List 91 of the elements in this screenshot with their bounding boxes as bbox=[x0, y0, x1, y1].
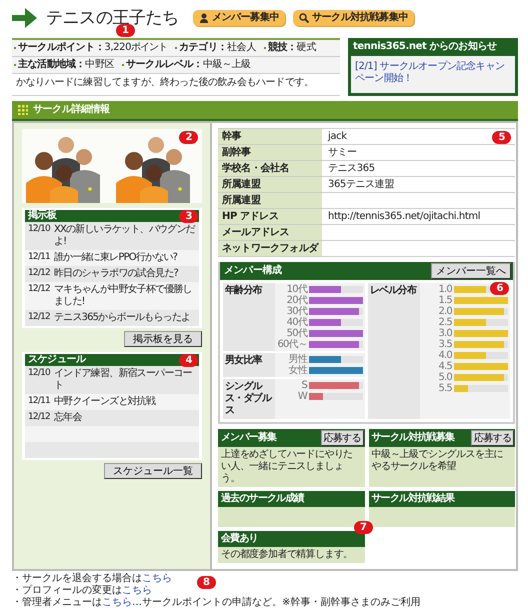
notice-title: tennis365.net からのお知らせ bbox=[351, 41, 515, 56]
bar-label: W bbox=[296, 391, 307, 402]
bar-label: 男性 bbox=[288, 354, 307, 365]
date-text: 12/12 bbox=[28, 312, 50, 324]
field-value: テニス365 bbox=[328, 163, 375, 174]
number-callout: 1 bbox=[116, 24, 135, 37]
field-label: 学校名・会社名 bbox=[218, 161, 322, 176]
bar-label: 60代～ bbox=[277, 339, 307, 350]
box-text: 中級～上級でシングルスを主にやるサークルを希望 bbox=[370, 448, 504, 474]
info-text: 競技：硬式 bbox=[268, 42, 316, 54]
group-label: 男女比率 bbox=[223, 353, 275, 377]
box-title: メンバー募集 bbox=[221, 432, 276, 444]
number-callout: 7 bbox=[354, 521, 372, 534]
field-value: サミー bbox=[328, 147, 357, 158]
info-text: サークルポイント：3,220ポイント bbox=[18, 42, 168, 54]
bar-label: S bbox=[300, 380, 307, 391]
group-label: シングルス・ダブルス bbox=[223, 379, 275, 419]
field-label: ネットワークフォルダ bbox=[218, 241, 322, 256]
footer-text: ・管理者メニューはこちら…サークルポイントの申請など。※幹事・副幹事さまのみご利用 bbox=[12, 597, 422, 609]
field-value: 365テニス連盟 bbox=[328, 179, 394, 190]
date-text: 12/10 bbox=[28, 224, 50, 236]
field-label: メールアドレス bbox=[218, 225, 322, 240]
field-label: HP アドレス bbox=[218, 209, 322, 224]
field-label: 副幹事 bbox=[218, 145, 322, 160]
list-item[interactable]: 誰か一緒に東レPPO行かない? bbox=[54, 252, 178, 264]
date-text: 12/10 bbox=[28, 368, 50, 380]
box-text: 上達をめざしてハードにやりたい人、一緒にテニスしましょう。 bbox=[220, 448, 354, 486]
box-title: 過去のサークル成績 bbox=[221, 493, 304, 505]
bar-label: 5.0 bbox=[437, 372, 452, 383]
field-value: http://tennis365.net/ojitachi.html bbox=[328, 211, 480, 222]
date-text: 12/12 bbox=[28, 268, 50, 280]
box-text: その都度参加者で精算します。 bbox=[220, 548, 354, 562]
view-board-button[interactable]: 掲示板を見る bbox=[124, 331, 202, 347]
field-label: 幹事 bbox=[218, 129, 322, 144]
apply-button[interactable]: 応募する bbox=[471, 430, 514, 446]
list-item[interactable]: 昨日のシャラポワの試合見た? bbox=[54, 268, 178, 280]
panel-title: メンバー構成 bbox=[224, 265, 282, 277]
bar-label: 3.0 bbox=[437, 328, 452, 339]
info-text: 主な活動地域：中野区 bbox=[18, 59, 114, 71]
arrow-icon bbox=[12, 6, 38, 30]
info-text: カテゴリ：社会人 bbox=[179, 42, 256, 54]
section-title: サークル詳細情報 bbox=[33, 104, 110, 116]
bar-label: 5.5 bbox=[437, 383, 452, 394]
list-item[interactable]: XXの新しいラケット、バウグンだよ! bbox=[54, 224, 196, 248]
field-value: jack bbox=[328, 131, 347, 142]
schedule-list-button[interactable]: スケジュール一覧 bbox=[104, 463, 202, 479]
status-badge: サークル対抗戦募集中 bbox=[293, 10, 414, 26]
group-label: 年齢分布 bbox=[223, 283, 275, 351]
description-text: かなりハードに練習してますが、終わった後の飲み会もハードです。 bbox=[15, 76, 315, 90]
list-item[interactable]: インドア練習、新宿スーパーコート bbox=[54, 368, 196, 392]
here-link[interactable]: こちら bbox=[122, 585, 152, 596]
bar-label: 50代 bbox=[286, 328, 307, 339]
person-icon bbox=[198, 13, 209, 23]
bar-label: 4.5 bbox=[437, 361, 452, 372]
number-callout: 8 bbox=[197, 576, 216, 589]
number-callout: 5 bbox=[492, 131, 511, 144]
list-item[interactable]: テニス365からボールもらったよ bbox=[54, 312, 190, 324]
member-list-button[interactable]: メンバー一覧へ bbox=[431, 263, 511, 279]
date-text: 12/12 bbox=[28, 412, 50, 424]
box-title: 会費あり bbox=[221, 533, 258, 545]
status-badge: メンバー募集中 bbox=[192, 10, 286, 26]
list-item[interactable]: マキちゃんが中野女子杯で優勝しました! bbox=[54, 284, 196, 308]
search-icon bbox=[299, 13, 310, 23]
bar-label: 3.5 bbox=[437, 339, 452, 350]
bar-label: 2.5 bbox=[437, 317, 452, 328]
bar-label: 40代 bbox=[286, 317, 307, 328]
date-text: 12/12 bbox=[28, 284, 50, 296]
list-item[interactable]: 中野クイーンズと対抗戦 bbox=[54, 396, 156, 408]
info-text: サークルレベル：中級～上級 bbox=[126, 59, 251, 71]
bar-label: 1.5 bbox=[437, 295, 452, 306]
field-label: 所属連盟 bbox=[218, 177, 322, 192]
grid-icon bbox=[18, 105, 28, 115]
bar-label: 2.0 bbox=[437, 306, 452, 317]
bar-label: 1.0 bbox=[437, 284, 452, 295]
bar-label: 30代 bbox=[286, 306, 307, 317]
list-item[interactable]: 忘年会 bbox=[54, 412, 82, 424]
bar-label: 20代 bbox=[286, 295, 307, 306]
footer-text: ・プロフィールの変更はこちら bbox=[12, 585, 153, 596]
bar-label: 女性 bbox=[288, 365, 307, 376]
group-label: レベル分布 bbox=[368, 283, 420, 419]
here-link[interactable]: こちら bbox=[102, 597, 132, 608]
here-link[interactable]: こちら bbox=[142, 573, 172, 584]
bar-label: 4.0 bbox=[437, 350, 452, 361]
box-title: サークル対抗戦募集 bbox=[372, 432, 454, 444]
date-text: 12/11 bbox=[28, 252, 50, 264]
notice-link[interactable]: [2/1] サークルオープン記念キャンペーン開始！ bbox=[355, 61, 511, 85]
apply-button[interactable]: 応募する bbox=[320, 430, 364, 446]
box-title: サークル対抗戦結果 bbox=[372, 493, 454, 505]
field-label: 所属連盟 bbox=[218, 193, 322, 208]
date-text: 12/11 bbox=[28, 396, 50, 408]
bar-label: 10代 bbox=[286, 284, 307, 295]
